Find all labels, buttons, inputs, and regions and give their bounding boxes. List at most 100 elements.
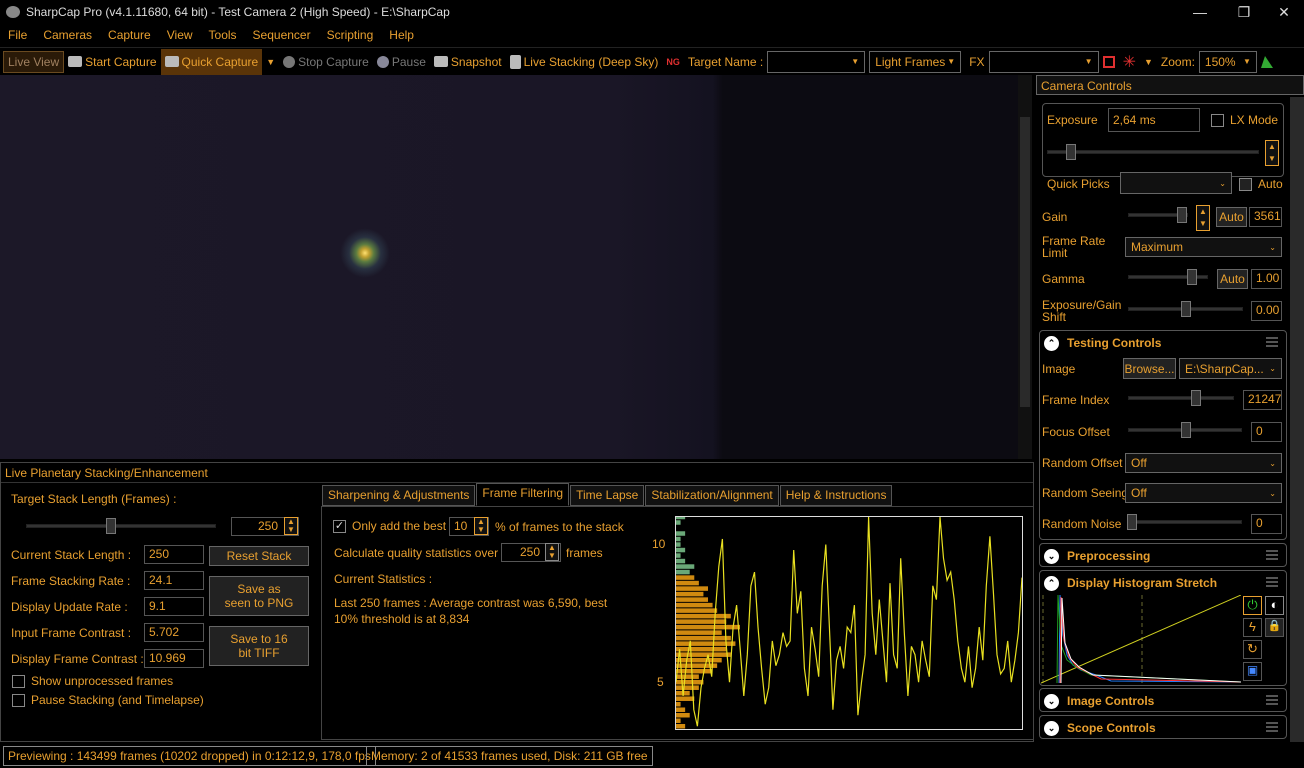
menu-icon[interactable]: [1266, 722, 1278, 732]
slider-knob[interactable]: [1181, 301, 1191, 317]
menu-scripting[interactable]: Scripting: [319, 28, 382, 42]
random-noise-value[interactable]: 0: [1251, 514, 1282, 534]
start-capture-button[interactable]: Start Capture: [64, 49, 160, 75]
menu-icon[interactable]: [1266, 337, 1278, 347]
quick-picks-combo[interactable]: ⌄: [1120, 172, 1232, 194]
preprocessing-section[interactable]: ⌄ Preprocessing: [1039, 543, 1287, 567]
checkbox[interactable]: [1211, 114, 1224, 128]
gamma-auto-button[interactable]: Auto: [1217, 269, 1248, 289]
menu-capture[interactable]: Capture: [100, 28, 159, 42]
frame-index-slider[interactable]: [1128, 390, 1234, 406]
checkbox[interactable]: [12, 675, 25, 689]
scrollbar-thumb[interactable]: [1020, 117, 1030, 407]
gamma-slider[interactable]: [1128, 269, 1208, 285]
shift-slider[interactable]: [1128, 301, 1243, 317]
gamma-value[interactable]: 1.00: [1251, 269, 1282, 289]
quick-capture-button[interactable]: Quick Capture: [160, 48, 263, 75]
auto-exposure-checkbox[interactable]: Auto: [1239, 177, 1283, 192]
menu-icon[interactable]: [1266, 695, 1278, 705]
gain-auto-button[interactable]: Auto: [1216, 207, 1247, 227]
checkbox[interactable]: [12, 694, 25, 708]
random-noise-slider[interactable]: [1127, 514, 1242, 530]
pause-stacking-checkbox[interactable]: Pause Stacking (and Timelapse): [12, 693, 204, 708]
right-scrollbar[interactable]: [1290, 97, 1304, 742]
gain-value[interactable]: 3561: [1249, 207, 1282, 227]
frame-index-value[interactable]: 21247: [1243, 390, 1282, 410]
fx-combo[interactable]: ▼: [988, 50, 1099, 73]
image-controls-header[interactable]: ⌄ Image Controls: [1040, 689, 1286, 713]
gain-slider[interactable]: [1128, 207, 1188, 223]
slider-knob[interactable]: [1191, 390, 1201, 406]
slider-knob[interactable]: [1127, 514, 1137, 530]
focus-offset-slider[interactable]: [1128, 422, 1242, 438]
menu-cameras[interactable]: Cameras: [35, 28, 100, 42]
histogram-header[interactable]: ⌃ Display Histogram Stretch: [1040, 571, 1286, 595]
scope-controls-header[interactable]: ⌄ Scope Controls: [1040, 716, 1286, 740]
tab-frame-filtering[interactable]: Frame Filtering: [476, 483, 570, 506]
menu-icon[interactable]: [1266, 550, 1278, 560]
tab-stabilization[interactable]: Stabilization/Alignment: [645, 485, 779, 506]
show-unprocessed-checkbox[interactable]: Show unprocessed frames: [12, 674, 173, 689]
slider-knob[interactable]: [1177, 207, 1187, 223]
lx-mode-checkbox[interactable]: LX Mode: [1211, 113, 1278, 128]
reset-icon[interactable]: ↻: [1243, 640, 1262, 659]
quick-capture-dropdown[interactable]: ▼: [262, 49, 279, 75]
minimize-button[interactable]: —: [1180, 0, 1220, 24]
target-name-combo[interactable]: ▼: [767, 50, 866, 73]
pause-button[interactable]: Pause: [373, 49, 430, 75]
best-percent-spinner[interactable]: ▲ ▼: [474, 517, 488, 535]
reticle-cross-icon[interactable]: ✳: [1119, 49, 1140, 75]
frame-type-combo[interactable]: Light Frames ▼: [869, 50, 962, 73]
tab-help[interactable]: Help & Instructions: [779, 485, 893, 506]
image-path-combo[interactable]: E:\SharpCap... ⌄: [1179, 358, 1282, 379]
save-tiff-button[interactable]: Save to 16 bit TIFF: [209, 626, 309, 666]
close-button[interactable]: ✕: [1264, 0, 1304, 24]
save-icon[interactable]: ▣: [1243, 662, 1262, 681]
reset-stack-button[interactable]: Reset Stack: [209, 546, 309, 566]
only-best-checkbox[interactable]: ✓ Only add the best: [333, 519, 446, 534]
menu-help[interactable]: Help: [381, 28, 422, 42]
focus-offset-value[interactable]: 0: [1251, 422, 1282, 442]
slider-knob[interactable]: [106, 518, 117, 534]
image-view[interactable]: [0, 75, 1018, 459]
zoom-combo[interactable]: 150% ▼: [1198, 50, 1257, 73]
slider-knob[interactable]: [1187, 269, 1197, 285]
exposure-input[interactable]: 2,64 ms: [1108, 108, 1200, 132]
random-offset-combo[interactable]: Off ⌄: [1125, 453, 1282, 473]
view-scrollbar[interactable]: [1018, 75, 1032, 459]
exposure-slider[interactable]: [1047, 144, 1259, 160]
live-view-button[interactable]: Live View: [3, 50, 65, 73]
tab-sharpening[interactable]: Sharpening & Adjustments: [322, 485, 476, 506]
random-seeing-combo[interactable]: Off ⌄: [1125, 483, 1282, 503]
slider-knob[interactable]: [1181, 422, 1191, 438]
testing-controls-header[interactable]: ⌃ Testing Controls: [1040, 331, 1286, 355]
snapshot-button[interactable]: Snapshot: [430, 49, 506, 75]
checkbox-checked[interactable]: ✓: [333, 520, 346, 534]
menu-icon[interactable]: [1266, 577, 1278, 587]
frame-rate-combo[interactable]: Maximum ⌄: [1125, 237, 1282, 257]
live-stacking-button[interactable]: Live Stacking (Deep Sky): [506, 49, 663, 75]
maximize-button[interactable]: ❐: [1224, 0, 1264, 24]
image-controls-section[interactable]: ⌄ Image Controls: [1039, 688, 1287, 712]
scope-controls-section[interactable]: ⌄ Scope Controls: [1039, 715, 1287, 739]
target-length-spinner[interactable]: ▲ ▼: [284, 517, 298, 535]
slider-knob[interactable]: [1066, 144, 1076, 160]
histogram-enable-icon[interactable]: ⏻: [1243, 596, 1262, 615]
target-name-icon[interactable]: NG: [662, 49, 684, 75]
tab-time-lapse[interactable]: Time Lapse: [570, 485, 645, 506]
reticle-box-icon[interactable]: [1099, 49, 1119, 75]
lock-icon[interactable]: 🔒: [1265, 618, 1284, 637]
menu-file[interactable]: File: [0, 28, 35, 42]
gain-spinner[interactable]: ▲ ▼: [1196, 205, 1210, 231]
lightning-icon[interactable]: ϟ: [1243, 618, 1262, 637]
browse-button[interactable]: Browse...: [1123, 358, 1176, 379]
reticle-dropdown[interactable]: ▼: [1140, 49, 1157, 75]
target-length-slider[interactable]: [26, 518, 216, 534]
shift-value[interactable]: 0.00: [1251, 301, 1282, 321]
calc-frames-spinner[interactable]: ▲ ▼: [545, 543, 559, 561]
stop-capture-button[interactable]: Stop Capture: [279, 49, 373, 75]
menu-tools[interactable]: Tools: [201, 28, 245, 42]
contrast-icon[interactable]: ◐: [1265, 596, 1284, 615]
save-png-button[interactable]: Save as seen to PNG: [209, 576, 309, 616]
preprocessing-header[interactable]: ⌄ Preprocessing: [1040, 544, 1286, 568]
